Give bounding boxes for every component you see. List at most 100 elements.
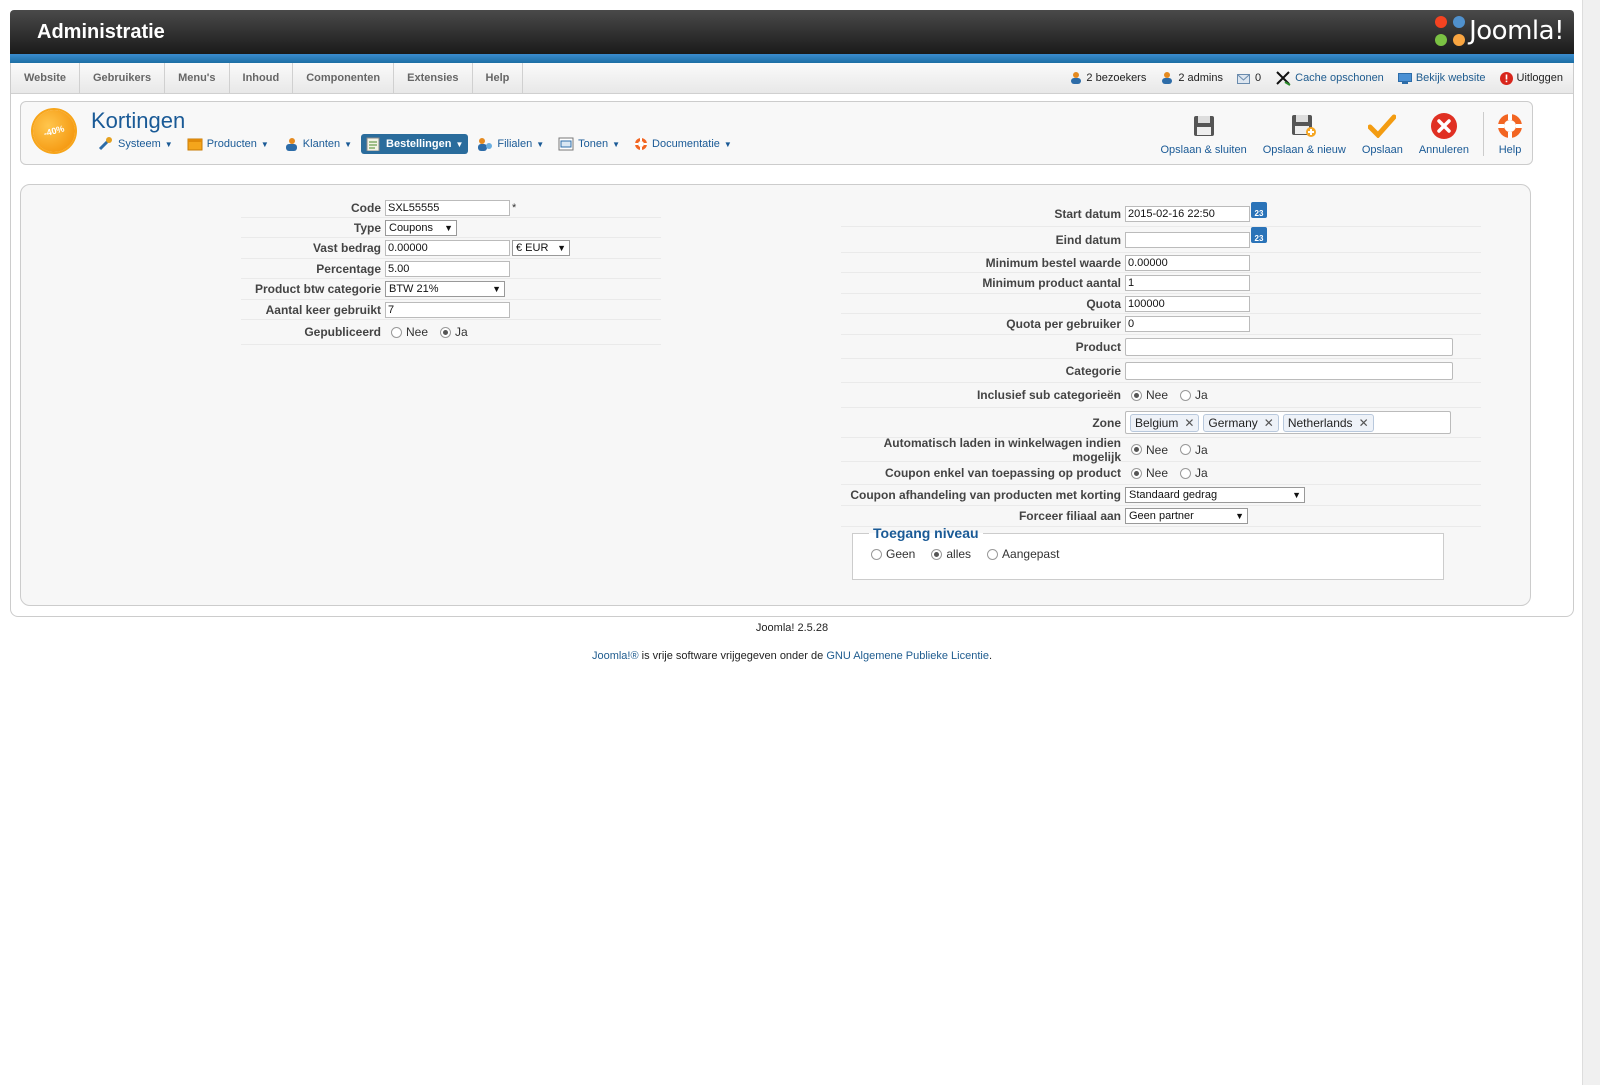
min-order-input[interactable]: 0.00000 [1125,254,1250,271]
subcat-yes-label: Ja [1195,388,1208,402]
box-icon [187,138,203,151]
logout-icon [1499,71,1513,85]
cancel-button[interactable]: Annuleren [1411,112,1477,156]
calendar-icon[interactable]: 23 [1251,227,1267,243]
menu-gebruikers[interactable]: Gebruikers [80,63,166,93]
start-date-input[interactable]: 2015-02-16 22:50 [1125,205,1250,222]
product-input[interactable] [1125,337,1453,356]
chevron-down-icon: ▼ [344,139,353,149]
footer-license: Joomla!® is vrije software vrijgegeven o… [10,650,1574,662]
type-select[interactable]: Coupons ▼ [385,219,457,236]
zone-label: Zone [1092,415,1121,430]
force-branch-row: Forceer filiaal aan Geen partner ▼ [841,506,1481,527]
currency-select[interactable]: € EUR ▼ [512,240,570,256]
close-icon[interactable]: ✕ [1184,416,1194,430]
cache-link[interactable]: Cache opschonen [1275,70,1384,86]
save-new-button[interactable]: Opslaan & nieuw [1255,112,1354,156]
times-used-input[interactable]: 7 [385,301,510,318]
lifebuoy-icon [635,138,648,150]
min-product-input[interactable]: 1 [1125,275,1250,291]
left-form-column: Code SXL55555 * Type Coupons ▼ Vast bedra… [241,198,661,345]
autoload-yes-label: Ja [1195,442,1208,457]
vertical-scrollbar[interactable] [1582,0,1600,1085]
published-yes-radio[interactable] [440,326,452,338]
access-all-radio[interactable] [931,548,943,560]
menu-website[interactable]: Website [11,63,80,93]
messages-status[interactable]: 0 [1237,72,1261,84]
component-toolbar: -40% Kortingen Systeem ▼ Producten ▼ Klant… [20,101,1533,165]
subcat-no-label: Nee [1146,388,1169,402]
start-date-label: Start datum [1054,206,1121,221]
submenu-documentatie-label: Documentatie [652,138,720,150]
quota-input[interactable]: 100000 [1125,295,1250,312]
force-branch-select[interactable]: Geen partner ▼ [1125,508,1248,524]
admins-icon [1162,72,1173,84]
menu-componenten[interactable]: Componenten [293,63,395,93]
autoload-no-radio[interactable] [1131,444,1142,455]
access-custom-radio[interactable] [987,548,999,560]
autoload-yes-radio[interactable] [1180,444,1192,455]
coupon-handling-select[interactable]: Standaard gedrag ▼ [1125,487,1305,503]
tools-icon [98,137,112,151]
published-label: Gepubliceerd [304,325,381,339]
access-level-legend: Toegang niveau [873,525,979,541]
menu-menus[interactable]: Menu's [165,63,230,93]
menu-help[interactable]: Help [473,63,524,93]
category-input[interactable] [1125,361,1453,380]
submenu-filialen[interactable]: Filialen ▼ [472,134,549,154]
end-date-input[interactable] [1125,231,1250,248]
percentage-input[interactable]: 5.00 [385,260,510,277]
submenu-klanten-label: Klanten [302,138,341,150]
close-icon[interactable]: ✕ [1359,416,1369,430]
zone-multiselect[interactable]: Belgium ✕ Germany ✕ Netherlands ✕ [1125,411,1451,434]
coupon-product-no-radio[interactable] [1131,467,1142,479]
menu-extensies[interactable]: Extensies [394,63,473,93]
submenu-klanten[interactable]: Klanten ▼ [278,134,357,154]
vat-select-value: BTW 21% [389,283,439,295]
end-date-label: Eind datum [1055,232,1121,247]
zone-tag: Germany ✕ [1203,413,1279,432]
submenu-producten[interactable]: Producten ▼ [182,134,274,154]
help-button[interactable]: Help [1483,112,1532,156]
logout-link[interactable]: Uitloggen [1499,71,1563,85]
gpl-link[interactable]: GNU Algemene Publieke Licentie [826,650,989,662]
code-input[interactable]: SXL55555 [385,199,510,216]
menu-inhoud[interactable]: Inhoud [230,63,294,93]
cancel-label: Annuleren [1418,144,1469,156]
submenu-systeem-label: Systeem [118,138,161,150]
calendar-icon[interactable]: 23 [1251,202,1267,218]
vat-select[interactable]: BTW 21% ▼ [385,281,505,297]
access-all-label: alles [946,547,972,561]
joomla-logo[interactable]: Joomla! [1435,16,1564,46]
submenu-systeem[interactable]: Systeem ▼ [93,134,178,154]
save-button[interactable]: Opslaan [1354,112,1411,156]
joomla-link[interactable]: Joomla!® [592,650,639,662]
submenu-tonen[interactable]: Tonen ▼ [553,134,625,154]
coupon-handling-label: Coupon afhandeling van producten met kor… [850,488,1121,502]
joomla-logo-icon [1435,16,1466,46]
published-no-radio[interactable] [391,326,402,338]
submenu-bestellingen[interactable]: Bestellingen ▼ [361,134,469,154]
submenu-documentatie[interactable]: Documentatie ▼ [629,134,737,154]
autoload-label: Automatisch laden in winkelwagen indien … [883,435,1121,464]
save-close-label: Opslaan & sluiten [1160,144,1247,156]
times-used-label: Aantal keer gebruikt [265,302,381,317]
subcat-no-radio[interactable] [1131,389,1142,401]
access-none-radio[interactable] [871,548,882,560]
chevron-down-icon: ▼ [723,139,732,149]
subcat-yes-radio[interactable] [1180,389,1192,401]
submenu-bestellingen-label: Bestellingen [386,138,452,150]
required-marker: * [512,201,517,214]
branches-icon [478,138,493,151]
currency-select-value: € EUR [516,242,549,254]
fixed-amount-input[interactable]: 0.00000 [385,240,510,256]
type-row: Type Coupons ▼ [241,218,661,238]
close-icon[interactable]: ✕ [1264,416,1274,430]
quota-user-input[interactable]: 0 [1125,316,1250,332]
toolbar-buttons: Opslaan & sluiten Opslaan & nieuw Opslaa… [1152,112,1532,156]
save-close-button[interactable]: Opslaan & sluiten [1152,112,1254,156]
view-site-link[interactable]: Bekijk website [1397,72,1486,84]
coupon-product-yes-radio[interactable] [1180,467,1192,479]
chevron-down-icon: ▼ [444,222,453,233]
monitor-icon [1397,72,1412,84]
